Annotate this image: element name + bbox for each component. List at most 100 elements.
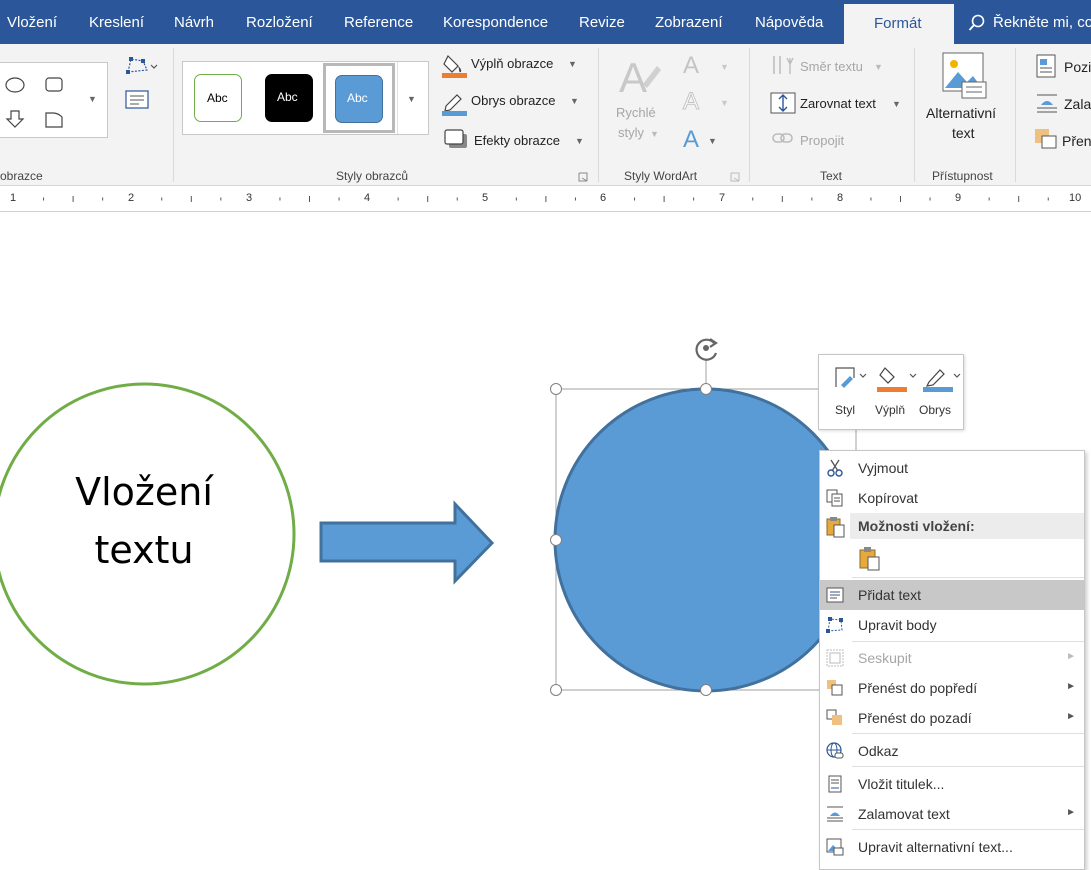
tab-zobrazeni[interactable]: Zobrazení xyxy=(655,14,723,31)
menu-item-copy-label: Kopírovat xyxy=(858,490,918,506)
style-thumb-selected-frame[interactable]: Abc xyxy=(323,63,395,133)
shape-effects-icon[interactable] xyxy=(442,128,470,152)
wrap-text-icon xyxy=(827,806,843,822)
tab-kresleni[interactable]: Kreslení xyxy=(89,14,144,31)
shape-effects-label[interactable]: Efekty obrazce xyxy=(474,133,560,148)
menu-item-bring-forward[interactable]: Přenést do popředí ► xyxy=(820,673,1084,703)
tab-rozlozeni[interactable]: Rozložení xyxy=(246,14,313,31)
ribbon-tab-bar: Vložení Kreslení Návrh Rozložení Referen… xyxy=(0,0,1091,44)
group-separator xyxy=(749,48,750,182)
menu-separator xyxy=(852,829,1084,830)
shape-styles-gallery[interactable]: Abc Abc Abc ▼ xyxy=(182,61,429,135)
tab-navrh[interactable]: Návrh xyxy=(174,14,214,31)
wrap-text-icon[interactable] xyxy=(1036,92,1058,114)
bring-forward-label[interactable]: Přene xyxy=(1062,133,1091,149)
position-label[interactable]: Pozi xyxy=(1064,59,1091,75)
quick-styles-label-2: styly xyxy=(618,125,644,140)
text-box-icon[interactable] xyxy=(125,90,149,110)
resize-handle[interactable] xyxy=(550,684,562,696)
gallery-divider xyxy=(397,62,398,134)
style-thumb-label: Abc xyxy=(207,91,228,105)
text-direction-caret: ▼ xyxy=(874,62,883,72)
position-icon[interactable] xyxy=(1036,54,1058,78)
right-arrow-shape[interactable] xyxy=(319,500,495,585)
resize-handle[interactable] xyxy=(550,534,562,546)
align-text-caret[interactable]: ▼ xyxy=(892,99,901,109)
rotation-handle-icon[interactable] xyxy=(695,338,718,361)
blue-circle-shape[interactable] xyxy=(553,387,859,693)
shape-fill-label[interactable]: Výplň obrazce xyxy=(471,56,553,71)
shape-outline-caret[interactable]: ▼ xyxy=(570,96,579,106)
quick-styles-glyph: A xyxy=(619,54,647,100)
context-menu: Vyjmout Kopírovat Možnosti vložení: Přid… xyxy=(819,450,1085,870)
alt-text-label-1[interactable]: Alternativní xyxy=(926,105,996,121)
menu-item-edit-alt-text[interactable]: Upravit alternativní text... xyxy=(820,832,1084,862)
paste-keep-format-icon[interactable] xyxy=(858,546,882,572)
submenu-arrow-icon: ► xyxy=(1066,651,1076,662)
bring-forward-icon[interactable] xyxy=(1034,128,1058,150)
style-thumb-label: Abc xyxy=(277,90,298,104)
text-effects-icon[interactable]: A xyxy=(683,126,699,154)
shape-outline-icon[interactable] xyxy=(442,90,468,118)
menu-item-wrap-text-label: Zalamovat text xyxy=(858,806,950,822)
ruler-number: 8 xyxy=(837,192,844,204)
shape-outline-label[interactable]: Obrys obrazce xyxy=(471,93,556,108)
menu-item-link[interactable]: Odkaz xyxy=(820,736,1084,766)
text-effects-caret[interactable]: ▼ xyxy=(708,136,717,146)
document-page[interactable]: Vložení textu Styl Výplň Obrys Vyjmout K… xyxy=(0,213,1091,870)
group-label-text: Text xyxy=(820,169,843,183)
group-separator xyxy=(598,48,599,182)
text-outline-icon: A xyxy=(682,88,700,116)
quick-styles-label-1: Rychlé xyxy=(616,105,656,120)
wrap-text-label[interactable]: Zala xyxy=(1064,96,1091,112)
tell-me-box[interactable]: Řekněte mi, co xyxy=(993,14,1091,31)
menu-item-insert-caption[interactable]: Vložit titulek... xyxy=(820,769,1084,799)
tab-reference[interactable]: Reference xyxy=(344,14,413,31)
style-thumb-black[interactable]: Abc xyxy=(265,74,313,122)
group-label-shape-styles: Styly obrazců xyxy=(336,169,409,183)
tab-vlozeni[interactable]: Vložení xyxy=(7,14,57,31)
tab-napoveda[interactable]: Nápověda xyxy=(755,14,823,31)
align-text-icon[interactable] xyxy=(770,91,796,115)
add-text-icon xyxy=(826,587,844,603)
menu-item-cut[interactable]: Vyjmout xyxy=(820,453,1084,483)
menu-separator xyxy=(852,766,1084,767)
align-text-label[interactable]: Zarovnat text xyxy=(800,96,876,111)
mini-outline-button[interactable]: Obrys xyxy=(919,363,963,423)
globe-link-icon xyxy=(826,742,844,759)
menu-item-send-backward[interactable]: Přenést do pozadí ► xyxy=(820,703,1084,733)
outline-pen-icon xyxy=(923,369,961,392)
alt-text-icon[interactable] xyxy=(942,52,988,102)
menu-item-copy[interactable]: Kopírovat xyxy=(820,483,1084,513)
shape-fill-icon[interactable] xyxy=(442,52,468,80)
group-separator xyxy=(1015,48,1016,182)
menu-item-wrap-text[interactable]: Zalamovat text ► xyxy=(820,799,1084,829)
resize-handle[interactable] xyxy=(700,383,712,395)
fill-bucket-icon xyxy=(877,367,917,392)
horizontal-ruler[interactable]: 1 2 3 4 5 6 7 8 9 10 xyxy=(0,186,1091,212)
resize-handle[interactable] xyxy=(700,684,712,696)
styles-more-caret[interactable]: ▼ xyxy=(407,94,416,104)
tab-revize[interactable]: Revize xyxy=(579,14,625,31)
ruler-number: 9 xyxy=(955,192,962,204)
edit-shape-icon[interactable] xyxy=(125,56,159,78)
shape-effects-caret[interactable]: ▼ xyxy=(575,136,584,146)
shapes-more-caret[interactable]: ▼ xyxy=(88,94,97,104)
ruler-number: 2 xyxy=(128,192,135,204)
alt-text-label-2[interactable]: text xyxy=(952,125,975,141)
menu-separator xyxy=(852,641,1084,642)
shape-fill-caret[interactable]: ▼ xyxy=(568,59,577,69)
caption-icon xyxy=(828,775,842,793)
dialog-launcher-icon[interactable] xyxy=(578,172,588,182)
resize-handle[interactable] xyxy=(550,383,562,395)
ruler-number: 3 xyxy=(246,192,253,204)
menu-item-edit-points[interactable]: Upravit body xyxy=(820,610,1084,640)
style-thumb-outline-green[interactable]: Abc xyxy=(194,74,242,122)
circle-text-line-1: Vložení xyxy=(75,470,213,514)
tab-format[interactable]: Formát xyxy=(844,4,954,44)
mini-style-button[interactable]: Styl xyxy=(829,363,869,423)
menu-item-add-text[interactable]: Přidat text xyxy=(820,580,1084,610)
mini-fill-button[interactable]: Výplň xyxy=(873,363,917,423)
submenu-arrow-icon: ► xyxy=(1066,807,1076,818)
tab-korespondence[interactable]: Korespondence xyxy=(443,14,548,31)
